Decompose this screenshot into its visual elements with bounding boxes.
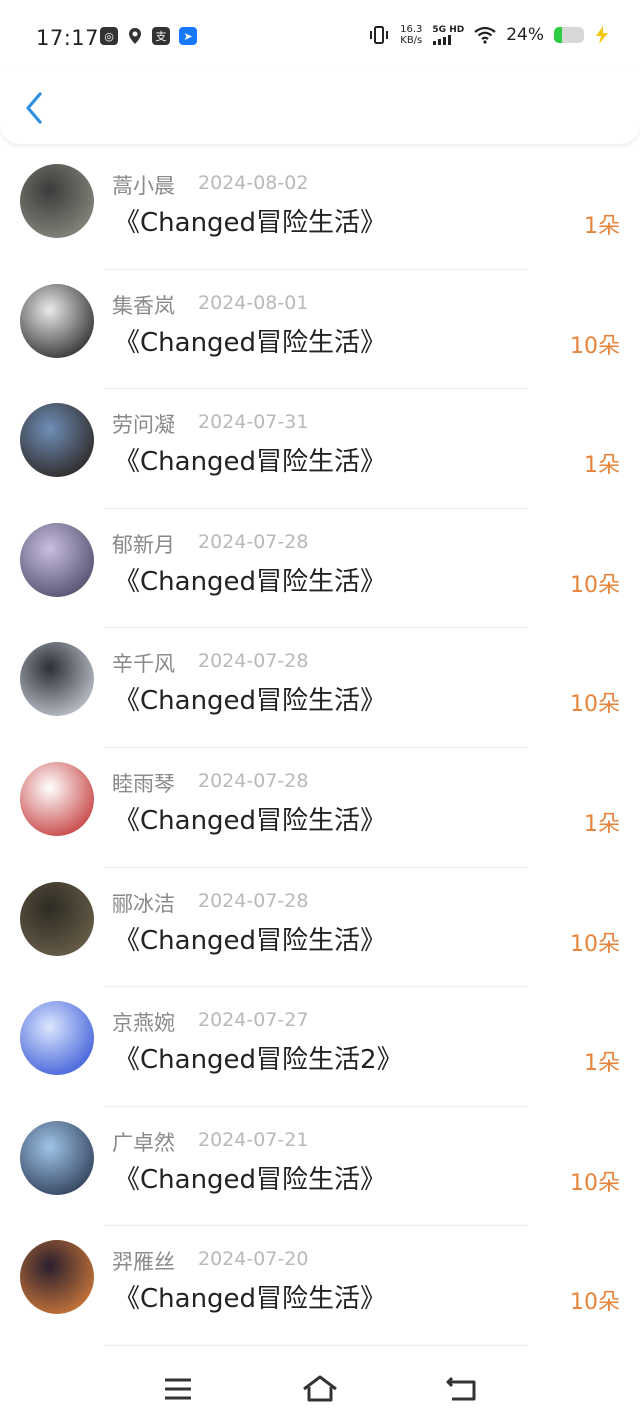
baidu-app-icon: ◎: [100, 27, 118, 45]
book-title: 《Changed冒险生活》: [114, 1164, 387, 1195]
reward-amount: 10朵: [570, 1290, 620, 1316]
alipay-app-icon: 支: [152, 27, 170, 45]
network-type: 5G HD: [432, 25, 465, 35]
book-title: 《Changed冒险生活》: [114, 327, 387, 358]
record-date: 2024-07-20: [198, 1248, 309, 1271]
book-title: 《Changed冒险生活》: [114, 1284, 387, 1315]
record-date: 2024-07-28: [198, 889, 309, 912]
user-name: 郦冰洁: [112, 891, 175, 916]
record-date: 2024-08-02: [198, 172, 309, 194]
chevron-left-icon: [26, 92, 42, 124]
top-nav-bar: [0, 66, 640, 144]
menu-icon: [165, 1378, 191, 1400]
menu-button[interactable]: [160, 1374, 196, 1404]
user-name: 广卓然: [112, 1130, 175, 1155]
avatar[interactable]: [20, 283, 94, 358]
user-name: 蒿小晨: [112, 174, 175, 198]
reward-amount: 10朵: [570, 931, 620, 957]
record-date: 2024-07-21: [198, 1128, 309, 1151]
user-name: 辛千风: [112, 652, 175, 677]
list-item[interactable]: 广卓然 2024-07-21 《Changed冒险生活》 10朵: [0, 1107, 640, 1227]
reward-amount: 1朵: [584, 811, 620, 837]
status-notification-icons: ◎ 支 ➤: [100, 27, 197, 45]
book-title: 《Changed冒险生活2》: [114, 1045, 403, 1076]
return-icon: [446, 1376, 476, 1401]
avatar[interactable]: [20, 1240, 94, 1315]
list-item[interactable]: 羿雁丝 2024-07-20 《Changed冒险生活》 10朵: [0, 1226, 640, 1346]
back-button[interactable]: [20, 88, 52, 128]
user-name: 集香岚: [112, 293, 175, 318]
status-bar: 17:17 ◎ 支 ➤ 16.3 KB/s 5G HD 24%: [0, 0, 640, 76]
avatar[interactable]: [20, 164, 94, 238]
avatar[interactable]: [20, 881, 94, 956]
user-name: 羿雁丝: [112, 1250, 175, 1275]
book-title: 《Changed冒险生活》: [114, 805, 387, 836]
system-navigation-bar: [0, 1352, 640, 1427]
user-name: 劳问凝: [112, 413, 175, 438]
list-item[interactable]: 睦雨琴 2024-07-28 《Changed冒险生活》 1朵: [0, 748, 640, 868]
location-icon: [129, 28, 141, 44]
book-title: 《Changed冒险生活》: [114, 686, 387, 717]
reward-amount: 10朵: [570, 333, 620, 359]
network-speed: 16.3 KB/s: [400, 24, 422, 46]
avatar[interactable]: [20, 522, 94, 597]
record-date: 2024-08-01: [198, 291, 309, 314]
list-item[interactable]: 蒿小晨 2024-08-02 《Changed冒险生活》 1朵: [0, 150, 640, 270]
book-title: 《Changed冒险生活》: [114, 566, 387, 597]
list-item[interactable]: 郦冰洁 2024-07-28 《Changed冒险生活》 10朵: [0, 868, 640, 988]
dingtalk-app-icon: ➤: [179, 27, 197, 45]
charging-icon: [596, 26, 608, 44]
avatar[interactable]: [20, 642, 94, 717]
reward-amount: 10朵: [570, 692, 620, 718]
vibrate-icon: [370, 26, 389, 44]
reward-record-list: 蒿小晨 2024-08-02 《Changed冒险生活》 1朵 集香岚 2024-08-0…: [0, 150, 640, 1346]
record-date: 2024-07-28: [198, 650, 309, 673]
status-time: 17:17: [36, 26, 100, 50]
user-name: 京燕婉: [112, 1011, 175, 1036]
user-name: 睦雨琴: [112, 771, 175, 796]
record-date: 2024-07-28: [198, 530, 309, 553]
back-nav-button[interactable]: [444, 1374, 480, 1404]
user-name: 郁新月: [112, 532, 175, 557]
book-title: 《Changed冒险生活》: [114, 925, 387, 956]
home-icon: [303, 1375, 337, 1402]
home-button[interactable]: [301, 1374, 337, 1404]
list-item[interactable]: 郁新月 2024-07-28 《Changed冒险生活》 10朵: [0, 509, 640, 629]
record-date: 2024-07-27: [198, 1009, 309, 1032]
list-item[interactable]: 辛千风 2024-07-28 《Changed冒险生活》 10朵: [0, 628, 640, 748]
network-speed-value: 16.3: [400, 24, 423, 35]
reward-amount: 10朵: [570, 572, 620, 598]
avatar[interactable]: [20, 1001, 94, 1076]
avatar[interactable]: [20, 403, 94, 478]
status-system-icons: 16.3 KB/s 5G HD 24%: [368, 24, 610, 46]
list-item[interactable]: 集香岚 2024-08-01 《Changed冒险生活》 10朵: [0, 270, 640, 390]
reward-amount: 1朵: [584, 1051, 620, 1077]
avatar[interactable]: [20, 1120, 94, 1195]
battery-icon: [554, 27, 584, 43]
reward-amount: 1朵: [584, 214, 620, 239]
battery-percent: 24%: [506, 25, 544, 45]
record-date: 2024-07-28: [198, 769, 309, 792]
book-title: 《Changed冒险生活》: [114, 447, 387, 478]
network-speed-unit: KB/s: [400, 35, 423, 46]
avatar[interactable]: [20, 761, 94, 836]
signal-indicator: 5G HD: [432, 25, 464, 45]
list-item[interactable]: 京燕婉 2024-07-27 《Changed冒险生活2》 1朵: [0, 987, 640, 1107]
reward-amount: 1朵: [584, 453, 620, 479]
record-date: 2024-07-31: [198, 411, 309, 434]
divider: [104, 1344, 528, 1346]
signal-bars-icon: [433, 35, 452, 45]
reward-amount: 10朵: [570, 1170, 620, 1196]
book-title: 《Changed冒险生活》: [114, 208, 387, 238]
list-item[interactable]: 劳问凝 2024-07-31 《Changed冒险生活》 1朵: [0, 389, 640, 509]
wifi-icon: [474, 26, 496, 44]
